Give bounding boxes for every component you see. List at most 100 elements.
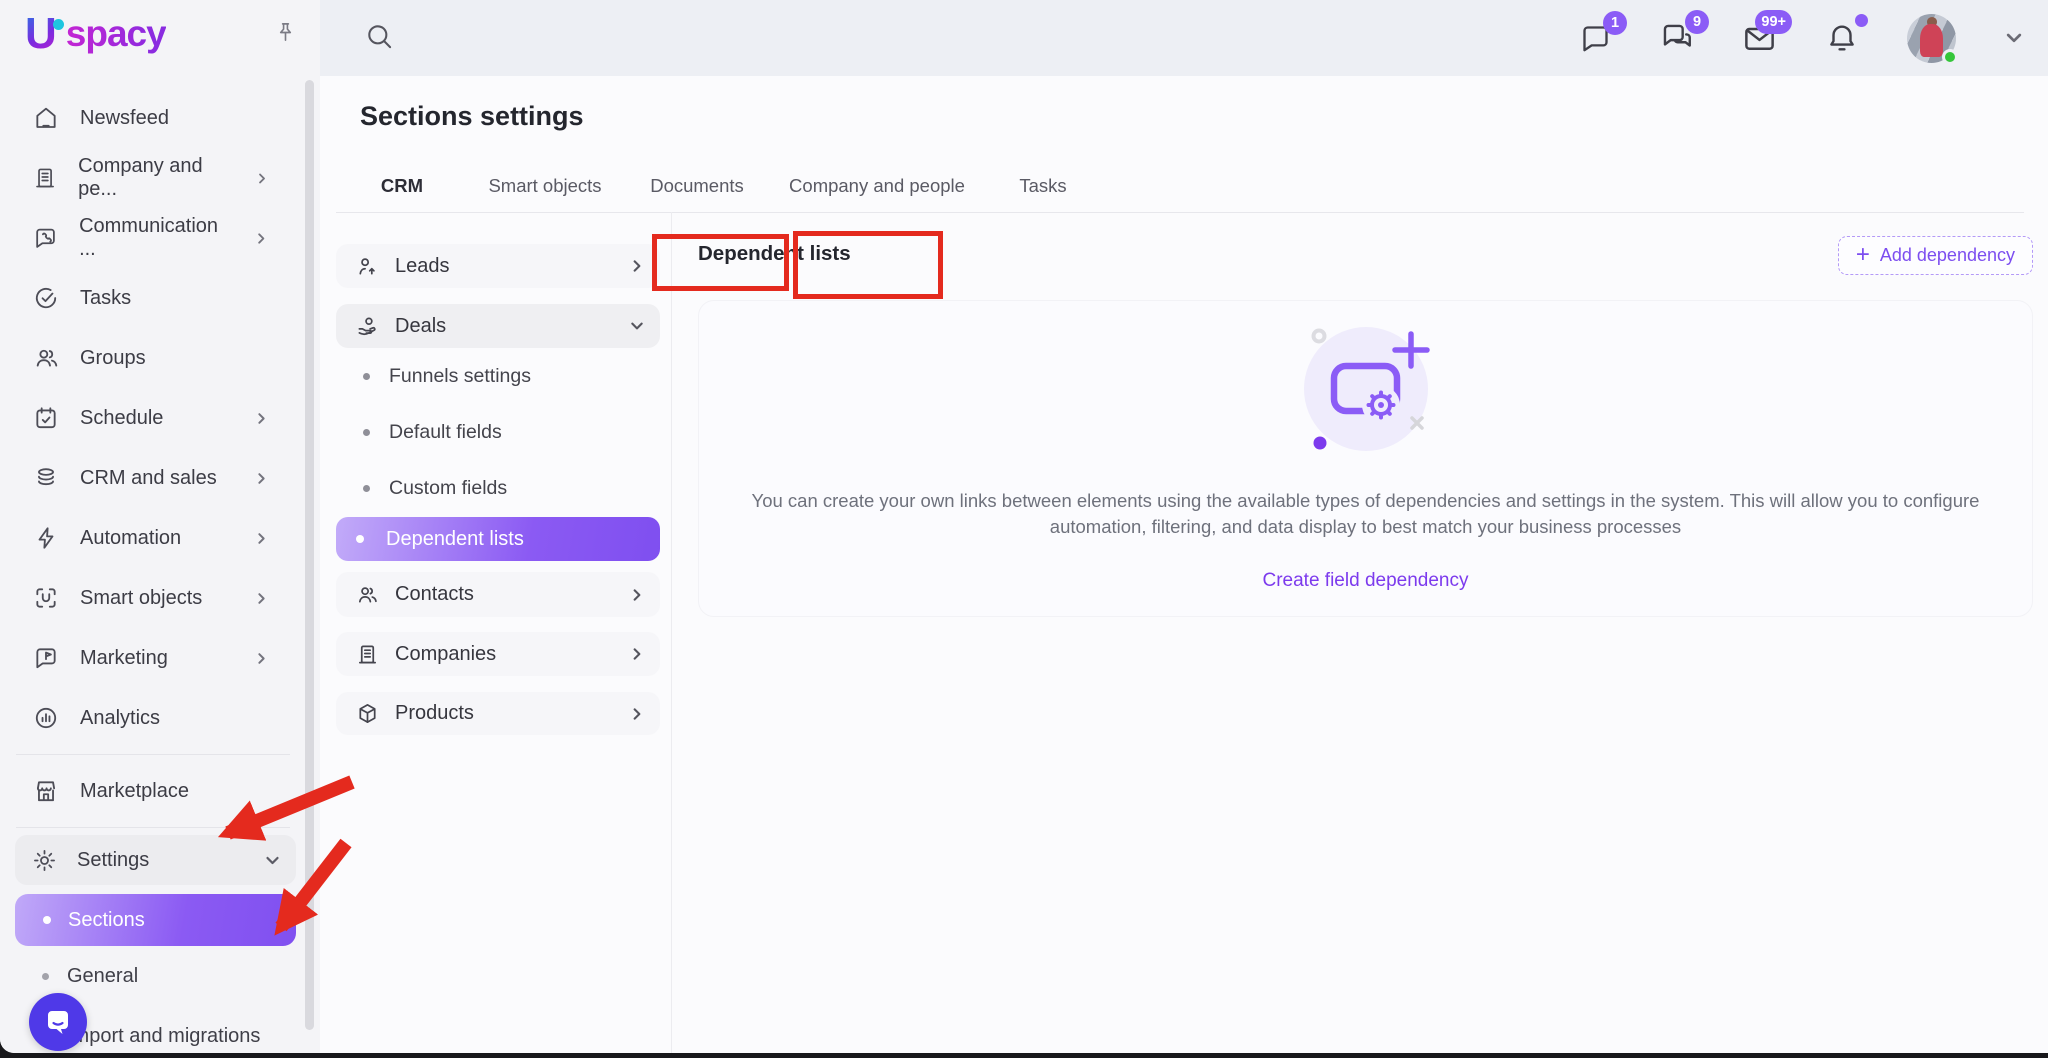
add-dependency-button[interactable]: + Add dependency [1838,236,2033,275]
crm-settings-menu: Leads Deals Funnels settings Default fie… [336,244,660,735]
menu-item-contacts[interactable]: Contacts [336,572,660,617]
pin-sidebar-icon[interactable] [274,21,297,44]
create-field-dependency-link[interactable]: Create field dependency [1263,570,1469,592]
menu-item-label: Default fields [389,421,502,444]
sidebar-item-marketplace[interactable]: Marketplace [0,761,306,821]
sidebar-item-company-and-people[interactable]: Company and pe... [0,148,306,208]
sidebar-item-communication[interactable]: Communication ... [0,208,306,268]
sidebar-item-smart-objects[interactable]: Smart objects [0,568,306,628]
app-window: U spacy Newsfeed Company and pe... Commu… [0,0,2048,1053]
main-content: Sections settings CRM Smart objects Docu… [320,76,2048,1053]
notifications-button[interactable] [1825,21,1859,55]
menu-item-label: Dependent lists [386,528,524,551]
menu-item-label: Funnels settings [389,365,531,388]
bullet-dot [363,485,370,492]
bullet-dot [356,535,364,543]
sidebar-item-groups[interactable]: Groups [0,328,306,388]
tab-crm[interactable]: CRM [336,160,468,212]
group-chats-button[interactable]: 9 [1660,21,1694,55]
lead-person-icon [356,255,379,278]
page-title: Sections settings [360,101,584,132]
sidebar-item-newsfeed[interactable]: Newsfeed [0,88,306,148]
sidebar-item-automation[interactable]: Automation [0,508,306,568]
marketing-icon [33,645,59,671]
chevron-right-icon [630,259,644,273]
bullet-dot [43,916,51,924]
chat-launcher-button[interactable] [29,993,87,1051]
chat-badge: 1 [1603,11,1627,35]
smart-objects-icon [33,585,59,611]
bolt-icon [33,525,59,551]
sidebar-item-label: Sections [68,909,145,932]
chat-launcher-icon [43,1007,73,1037]
mail-badge: 99+ [1755,10,1792,34]
sidebar-item-tasks[interactable]: Tasks [0,268,306,328]
tab-documents[interactable]: Documents [622,160,772,212]
menu-item-label: Deals [395,315,446,338]
gear-icon [32,848,57,873]
plus-icon: + [1856,243,1870,267]
sidebar-item-sections-selected[interactable]: Sections [15,894,296,946]
menu-item-products[interactable]: Products [336,692,660,735]
bullet-dot [42,973,49,980]
calendar-icon [33,405,59,431]
empty-state-description: You can create your own links between el… [752,488,1980,540]
submenu-divider [671,212,672,1053]
sidebar-scrollbar[interactable] [305,80,314,1030]
menu-item-leads[interactable]: Leads [336,244,660,288]
bullet-dot [363,373,370,380]
dependent-lists-empty-state: You can create your own links between el… [698,300,2033,617]
sidebar-item-label: Import and migrations [67,1025,260,1048]
menu-subitem-dependent-lists-selected[interactable]: Dependent lists [336,517,660,561]
empty-state-illustration [1286,314,1446,464]
menu-item-companies[interactable]: Companies [336,632,660,676]
section-tabs: CRM Smart objects Documents Company and … [336,160,1104,212]
sidebar-item-crm-and-sales[interactable]: CRM and sales [0,448,306,508]
tab-tasks[interactable]: Tasks [982,160,1104,212]
group-chat-badge: 9 [1685,10,1709,34]
contacts-people-icon [356,583,379,606]
chevron-right-icon [256,172,268,185]
chevron-right-icon [630,588,644,602]
menu-subitem-default-fields[interactable]: Default fields [336,404,660,460]
sidebar-item-label: Marketing [80,647,168,670]
search-icon[interactable] [364,21,395,52]
sidebar: U spacy Newsfeed Company and pe... Commu… [0,0,320,1053]
chevron-down-icon [265,853,280,868]
sidebar-item-label: Marketplace [80,780,189,803]
sidebar-item-schedule[interactable]: Schedule [0,388,306,448]
add-dependency-label: Add dependency [1880,245,2015,266]
notification-dot [1855,14,1868,27]
deal-hand-coin-icon [356,315,379,338]
description-line-1: You can create your own links between el… [752,488,1980,514]
tab-company-and-people[interactable]: Company and people [772,160,982,212]
menu-subitem-custom-fields[interactable]: Custom fields [336,460,660,516]
sidebar-item-label: Settings [77,849,149,872]
chevron-right-icon [255,472,268,485]
logo-dot [53,19,64,30]
sidebar-item-label: CRM and sales [80,467,217,490]
sidebar-divider [16,754,290,755]
topbar: 1 9 99+ [320,0,2048,76]
chat-phone-icon [33,225,58,251]
tab-smart-objects[interactable]: Smart objects [468,160,622,212]
topbar-icons: 1 9 99+ [1579,0,2024,76]
menu-item-deals[interactable]: Deals [336,304,660,348]
menu-item-label: Leads [395,255,450,278]
mail-button[interactable]: 99+ [1742,21,1777,56]
sidebar-divider [16,827,290,828]
sidebar-item-label: Smart objects [80,587,202,610]
people-icon [33,345,59,371]
sidebar-item-analytics[interactable]: Analytics [0,688,306,748]
sidebar-item-settings[interactable]: Settings [15,835,296,885]
menu-subitem-funnels-settings[interactable]: Funnels settings [336,348,660,404]
chevron-right-icon [255,532,268,545]
profile-chevron-down-icon[interactable] [2004,28,2024,48]
chat-notifications-button[interactable]: 1 [1579,22,1612,55]
uspacy-logo[interactable]: U spacy [25,10,166,58]
chevron-right-icon [255,592,268,605]
sidebar-item-marketing[interactable]: Marketing [0,628,306,688]
chevron-right-icon [255,652,268,665]
sidebar-item-label: General [67,965,138,988]
user-avatar[interactable] [1907,14,1956,63]
